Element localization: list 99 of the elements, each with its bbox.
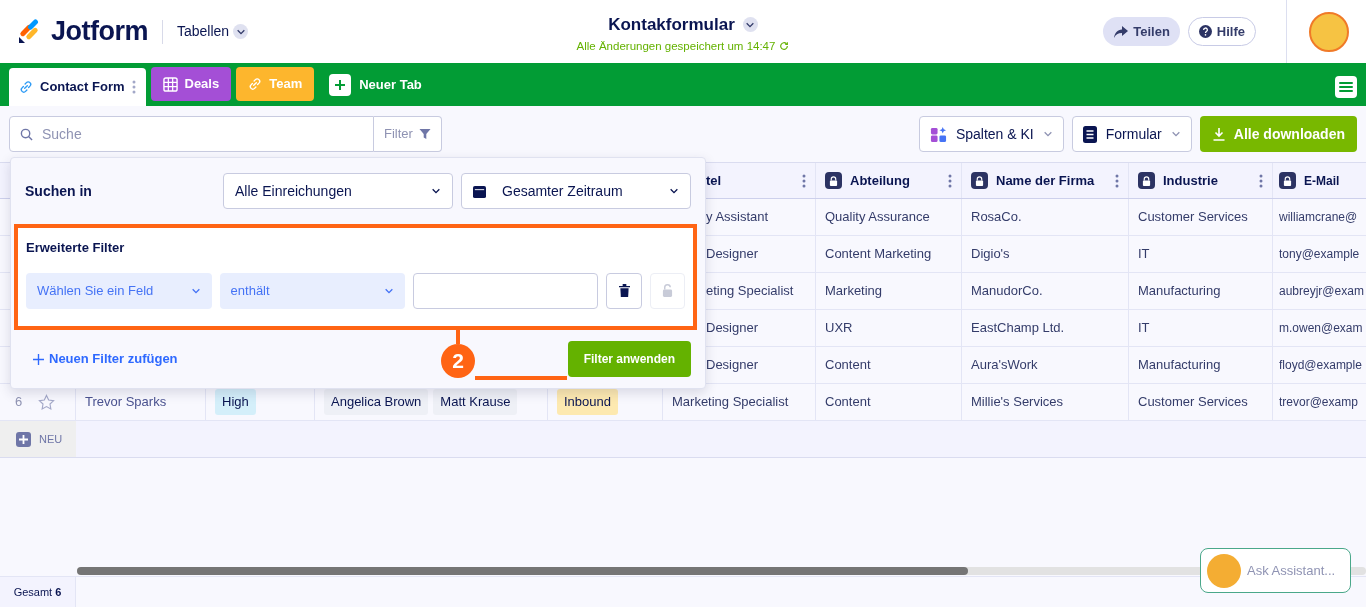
grid-icon [162, 76, 178, 92]
table-cell-text: williamcrane@ [1279, 209, 1358, 226]
total-count: Gesamt 6 [13, 584, 62, 600]
plus-icon [334, 79, 347, 91]
column-header[interactable]: tel [706, 170, 722, 191]
table-cell-text: Marketing Specialist [672, 393, 789, 412]
column-header[interactable]: Name der Firma [962, 163, 1129, 198]
help-button[interactable]: Hilfe [1187, 17, 1256, 46]
table-cell-text: Customer Services [1138, 208, 1248, 227]
scrollbar-thumb[interactable] [77, 567, 968, 575]
date-range-select[interactable]: Gesamter Zeitraum [461, 173, 691, 209]
advanced-filter-title: Erweiterte Filter [26, 239, 126, 257]
share-icon [1113, 24, 1130, 39]
field-select[interactable]: Wählen Sie ein Feld [26, 272, 212, 309]
table-cell-text: Designer [706, 245, 759, 264]
section-dropdown[interactable]: Tabellen [177, 21, 249, 42]
chevron-down-icon [1042, 129, 1053, 139]
padlock-icon [661, 284, 673, 297]
refresh-icon [779, 41, 790, 52]
tab[interactable]: Deals [150, 67, 232, 101]
add-filter-link[interactable]: Neuen Filter zufügen [33, 349, 178, 369]
operator-select[interactable]: enthält [219, 272, 406, 309]
link-icon [19, 80, 33, 94]
table-cell-text: IT [1138, 245, 1150, 264]
chevron-down-icon [431, 186, 441, 196]
download-icon [1211, 127, 1226, 141]
assistant-avatar-icon [1207, 553, 1241, 588]
table-cell-text: Manufacturing [1138, 282, 1221, 301]
help-icon [1198, 25, 1212, 38]
table-cell-text: Digio's [971, 245, 1010, 264]
save-status: Alle Änderungen gespeichert um 14:47 [576, 38, 776, 54]
search-icon [20, 128, 33, 141]
form-button[interactable]: Formular [1071, 116, 1192, 152]
table-cell-text: m.owen@exam [1279, 320, 1363, 337]
funnel-icon [418, 128, 431, 140]
column-header[interactable]: E-Mail [1273, 163, 1366, 198]
table-cell-text: trevor@examp [1279, 394, 1358, 411]
table-cell-text: Customer Services [1138, 393, 1248, 412]
table-cell-text: Quality Assurance [825, 208, 930, 227]
search-field[interactable]: Suche [9, 116, 374, 152]
plus-icon [33, 353, 44, 365]
table-cell-text: Designer [706, 319, 759, 338]
table-cell-text: IT [1138, 319, 1150, 338]
more-icon[interactable] [802, 173, 806, 188]
more-icon [131, 80, 136, 94]
table-cell-text: Content [825, 356, 871, 375]
step-number-marker: 2 [441, 344, 475, 378]
priority-tag: High [215, 389, 256, 415]
table-cell-text: Trevor Sparks [85, 393, 167, 412]
source-tag: Inbound [557, 389, 618, 415]
add-row-button[interactable]: NEU [0, 421, 76, 457]
title-dropdown-icon[interactable] [742, 17, 758, 33]
more-icon[interactable] [948, 173, 952, 188]
logo-text: Jotform [51, 15, 148, 49]
table-cell-text: EastChamp Ltd. [971, 319, 1065, 338]
calendar-icon [473, 184, 486, 198]
menu-icon [1339, 81, 1353, 93]
delete-button[interactable] [606, 272, 642, 309]
new-tab-button[interactable]: Neuer Tab [323, 73, 428, 97]
columns-ai-icon [929, 125, 947, 143]
plus-icon [19, 434, 28, 444]
person-chip: Angelica Brown [324, 389, 429, 415]
trash-icon [618, 284, 630, 297]
avatar-icon[interactable] [1309, 11, 1349, 52]
tab[interactable]: Contact Form [9, 68, 146, 106]
more-icon[interactable] [1259, 173, 1263, 188]
search-in-label: Suchen in [25, 181, 92, 201]
link-icon [248, 77, 263, 91]
table-cell-text: Designer [706, 356, 759, 375]
column-header[interactable]: Industrie [1129, 163, 1273, 198]
value-field[interactable] [413, 272, 599, 309]
table-cell-text: floyd@example [1279, 357, 1362, 374]
table-cell-text: Marketing [825, 282, 883, 301]
table-cell-text: Millie's Services [971, 393, 1064, 412]
table-cell-text: UXR [825, 319, 853, 338]
star-icon[interactable] [38, 393, 56, 411]
table-cell-text: ManudorCo. [971, 282, 1043, 301]
table-cell-text: eting Specialist [706, 282, 794, 301]
share-button[interactable]: Teilen [1103, 17, 1180, 46]
scope-select[interactable]: Alle Einreichungen [223, 173, 453, 209]
table-cell-text: Aura'sWork [971, 356, 1038, 375]
table-cell-text: aubreyjr@exam [1279, 283, 1364, 300]
table-cell-text: tony@example [1279, 246, 1360, 263]
columns-button[interactable]: Spalten & KI [918, 116, 1064, 152]
table-cell-text: y Assistant [706, 208, 769, 227]
table-cell-text: RosaCo. [971, 208, 1022, 227]
chevron-down-icon [669, 186, 679, 196]
column-header[interactable]: Abteilung [816, 163, 962, 198]
menu-button[interactable] [1335, 76, 1357, 98]
table-cell-text: Manufacturing [1138, 356, 1221, 375]
chevron-down-icon [1170, 129, 1181, 139]
table-cell-text: Content [825, 393, 871, 412]
document-icon [1082, 125, 1097, 143]
table-cell-text: Content Marketing [825, 245, 932, 264]
more-icon[interactable] [1115, 173, 1119, 188]
scrollbar-track[interactable] [77, 567, 1366, 575]
form-title: Kontakformular [608, 14, 735, 36]
person-chip: Matt Krause [433, 389, 518, 415]
row-number: 6 [15, 393, 23, 412]
